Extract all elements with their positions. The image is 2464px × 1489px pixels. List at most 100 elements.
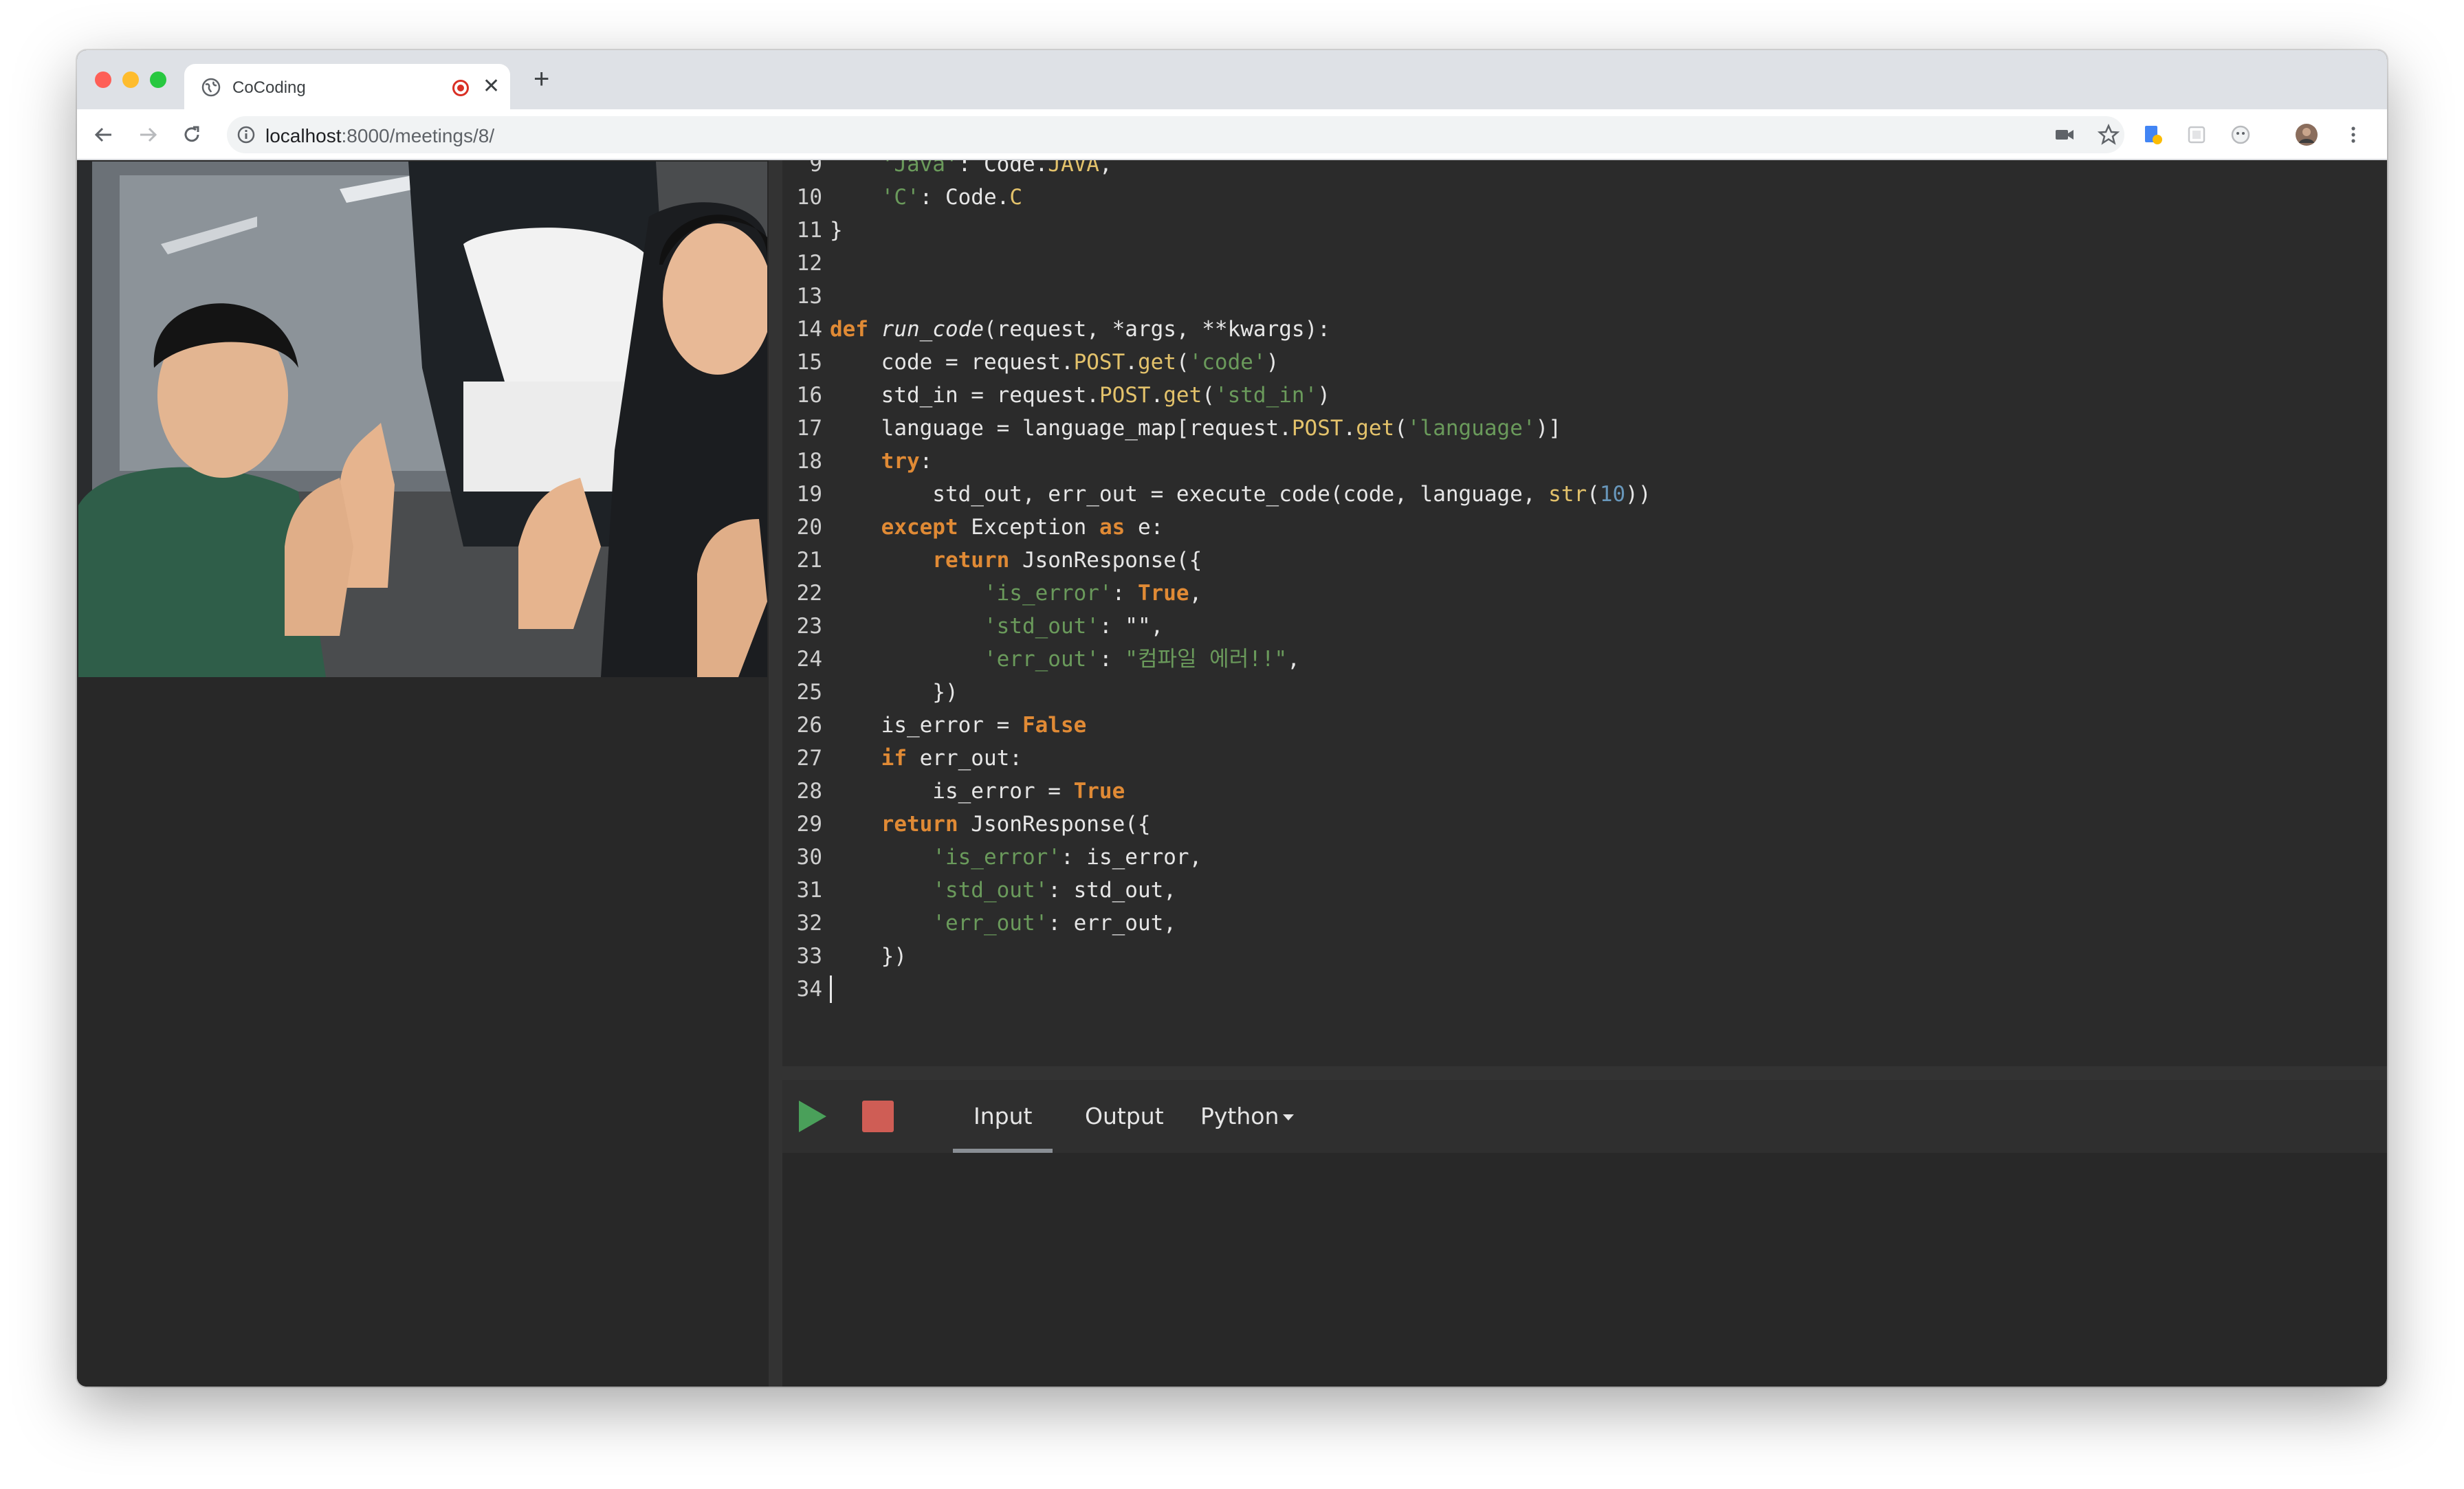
code-text: language = language_map[request.POST.get… xyxy=(830,416,1561,441)
line-number: 14 xyxy=(796,317,822,342)
code-line[interactable]: 29 return JsonResponse({ xyxy=(782,808,2387,841)
tab-title: CoCoding xyxy=(232,78,306,97)
code-line[interactable]: 27 if err_out: xyxy=(782,742,2387,775)
line-number: 12 xyxy=(796,251,822,276)
code-line[interactable]: 17 language = language_map[request.POST.… xyxy=(782,412,2387,445)
code-line[interactable]: 30 'is_error': is_error, xyxy=(782,841,2387,874)
url-path: :8000/meetings/8/ xyxy=(341,125,495,146)
horizontal-splitter[interactable] xyxy=(782,1066,2387,1080)
code-line[interactable]: 34 xyxy=(782,973,2387,1006)
code-line[interactable]: 15 code = request.POST.get('code') xyxy=(782,346,2387,379)
tab-output[interactable]: Output xyxy=(1064,1080,1185,1153)
line-number: 34 xyxy=(796,977,822,1002)
code-line[interactable]: 11} xyxy=(782,214,2387,247)
code-text: try: xyxy=(881,449,933,474)
code-editor[interactable]: 9 'Java': Code.JAVA, 10 'C': Code.C 11} 12 1… xyxy=(782,160,2387,1066)
address-bar[interactable]: localhost:8000/meetings/8/ xyxy=(227,116,2124,153)
browser-tab[interactable]: CoCoding ✕ xyxy=(184,64,510,109)
code-text: 'C': Code.C xyxy=(881,185,1022,210)
code-text: 'err_out': "컴파일 에러!!", xyxy=(983,647,1300,672)
line-number: 32 xyxy=(796,911,822,936)
site-info-icon[interactable] xyxy=(236,125,256,144)
code-text: is_error = True xyxy=(830,779,1125,804)
line-number: 26 xyxy=(796,713,822,738)
code-text: 'std_out': std_out, xyxy=(932,878,1176,903)
code-text: 'is_error': is_error, xyxy=(932,845,1202,870)
code-line[interactable]: 16 std_in = request.POST.get('std_in') xyxy=(782,379,2387,412)
code-line[interactable]: 26 is_error = False xyxy=(782,709,2387,742)
extension-grid-icon[interactable] xyxy=(2184,122,2210,148)
code-text: }) xyxy=(830,680,958,705)
line-number: 30 xyxy=(796,845,822,870)
tab-input[interactable]: Input xyxy=(953,1080,1053,1153)
camera-icon[interactable] xyxy=(2052,122,2078,148)
forward-arrow-icon[interactable] xyxy=(135,122,161,148)
new-tab-button[interactable]: + xyxy=(534,65,549,93)
video-frame-image xyxy=(78,162,767,677)
code-line[interactable]: 20 except Exception as e: xyxy=(782,511,2387,544)
close-tab-button[interactable]: ✕ xyxy=(483,75,500,98)
code-line[interactable]: 9 'Java': Code.JAVA, xyxy=(782,160,2387,181)
minimize-window-button[interactable] xyxy=(122,71,139,88)
code-line[interactable]: 22 'is_error': True, xyxy=(782,577,2387,610)
code-line[interactable]: 31 'std_out': std_out, xyxy=(782,874,2387,907)
line-number: 10 xyxy=(796,185,822,210)
language-select[interactable]: Python xyxy=(1180,1080,1314,1153)
code-line[interactable]: 18 try: xyxy=(782,445,2387,478)
code-line[interactable]: 12 xyxy=(782,247,2387,280)
code-text: 'is_error': True, xyxy=(983,581,1202,606)
code-line[interactable]: 28 is_error = True xyxy=(782,775,2387,808)
line-number: 15 xyxy=(796,350,822,375)
code-text: std_in = request.POST.get('std_in') xyxy=(830,383,1330,408)
code-line[interactable]: 21 return JsonResponse({ xyxy=(782,544,2387,577)
code-line[interactable]: 23 'std_out': "", xyxy=(782,610,2387,643)
back-arrow-icon[interactable] xyxy=(91,122,117,148)
page-content: 9 'Java': Code.JAVA, 10 'C': Code.C 11} 12 1… xyxy=(77,160,2387,1387)
code-line[interactable]: 13 xyxy=(782,280,2387,313)
webcam-video xyxy=(78,162,767,677)
bookmark-star-icon[interactable] xyxy=(2096,122,2122,148)
close-window-button[interactable] xyxy=(95,71,111,88)
code-line[interactable]: 25 }) xyxy=(782,676,2387,709)
url-text[interactable]: localhost:8000/meetings/8/ xyxy=(265,125,494,147)
menu-kebab-icon[interactable] xyxy=(2340,122,2366,148)
language-select-value: Python xyxy=(1200,1103,1279,1129)
globe-icon xyxy=(201,78,221,97)
extension-face-icon[interactable] xyxy=(2228,122,2254,148)
reload-icon[interactable] xyxy=(179,122,205,148)
vertical-splitter[interactable] xyxy=(769,160,782,1387)
profile-avatar[interactable] xyxy=(2294,122,2320,148)
code-line[interactable]: 24 'err_out': "컴파일 에러!!", xyxy=(782,643,2387,676)
code-text: if err_out: xyxy=(881,746,1022,771)
stop-button[interactable] xyxy=(862,1101,894,1132)
input-textarea[interactable] xyxy=(782,1153,2387,1387)
code-line[interactable]: 14 def run_code(request, *args, **kwargs)… xyxy=(782,313,2387,346)
code-text: except Exception as e: xyxy=(881,515,1164,540)
tab-strip: CoCoding ✕ + xyxy=(77,50,2387,109)
line-number: 28 xyxy=(796,779,822,804)
browser-toolbar: localhost:8000/meetings/8/ xyxy=(77,109,2387,160)
code-text: return JsonResponse({ xyxy=(932,548,1202,573)
maximize-window-button[interactable] xyxy=(150,71,166,88)
chevron-down-icon xyxy=(1283,1114,1295,1121)
code-line[interactable]: 19 std_out, err_out = execute_code(code,… xyxy=(782,478,2387,511)
extension-icon[interactable] xyxy=(2140,122,2166,148)
line-number: 24 xyxy=(796,647,822,672)
line-number: 16 xyxy=(796,383,822,408)
code-text: 'err_out': err_out, xyxy=(932,911,1176,936)
line-number: 33 xyxy=(796,944,822,969)
line-number: 11 xyxy=(796,218,822,243)
run-button[interactable] xyxy=(799,1101,826,1132)
line-number: 18 xyxy=(796,449,822,474)
code-line[interactable]: 10 'C': Code.C xyxy=(782,181,2387,214)
code-text: 'Java': Code.JAVA, xyxy=(881,160,1112,177)
code-line[interactable]: 32 'err_out': err_out, xyxy=(782,907,2387,940)
line-number: 27 xyxy=(796,746,822,771)
code-text: }) xyxy=(830,944,907,969)
url-host: localhost xyxy=(265,125,342,146)
code-line[interactable]: 33 }) xyxy=(782,940,2387,973)
code-text: return JsonResponse({ xyxy=(881,812,1151,837)
line-number: 13 xyxy=(796,284,822,309)
recording-indicator-icon xyxy=(452,80,469,96)
line-number: 19 xyxy=(796,482,822,507)
